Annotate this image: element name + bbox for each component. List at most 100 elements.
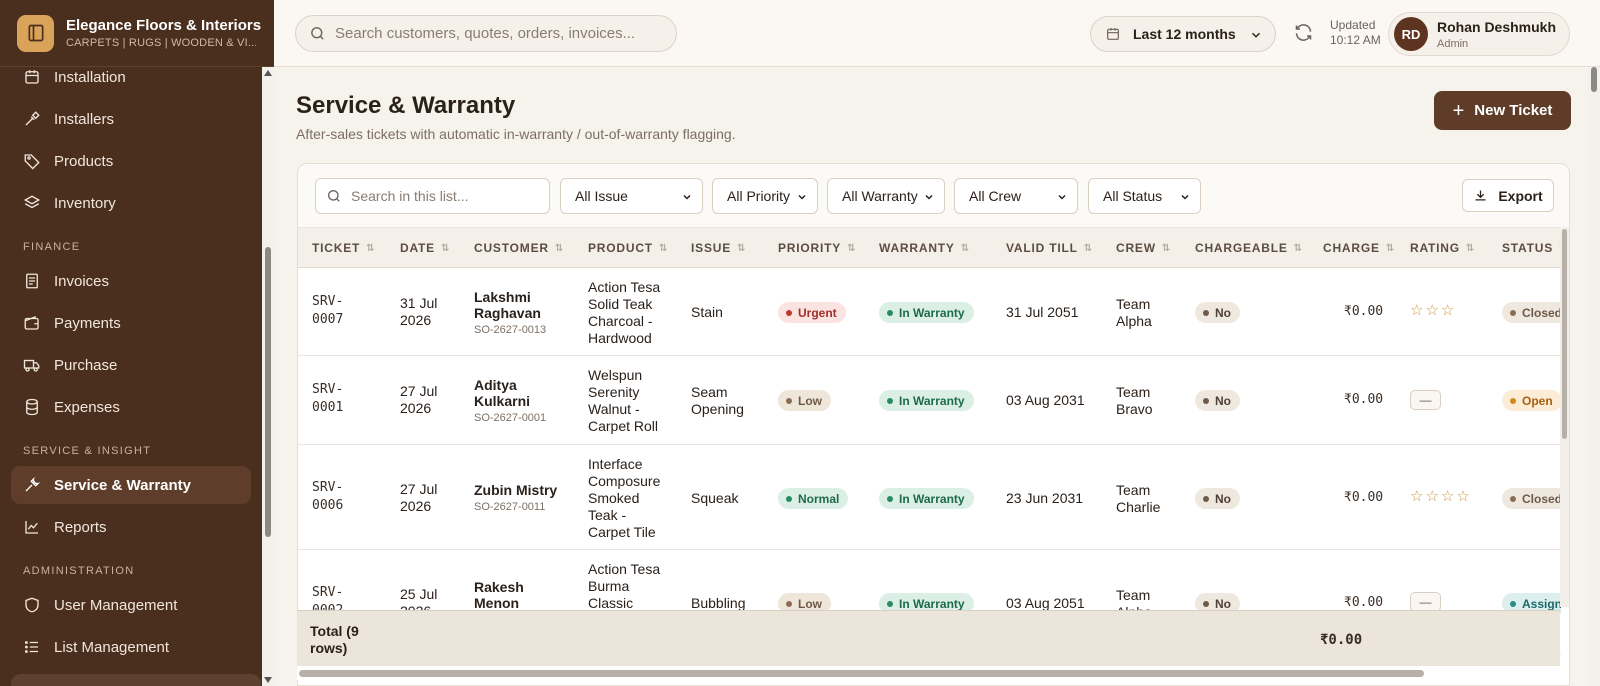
scroll-down-arrow-icon[interactable]	[264, 677, 272, 683]
table-row[interactable]: SRV- 0006 27 Jul 2026 Zubin Mistry SO-26…	[298, 445, 1561, 550]
topbar: Last 12 months Updated 10:12 AM RD Rohan…	[274, 0, 1600, 67]
col-rating[interactable]: RATING ⇅	[1410, 228, 1474, 268]
table-row[interactable]: SRV- 0001 27 Jul 2026 Aditya Kulkarni SO…	[298, 356, 1561, 445]
col-date[interactable]: DATE ⇅	[400, 228, 449, 268]
table-row[interactable]: SRV- 0007 31 Jul 2026 Lakshmi Raghavan S…	[298, 268, 1561, 356]
sales-order-no: SO-2627-0001	[474, 412, 547, 424]
sales-order-no: SO-2627-0011	[474, 501, 546, 513]
col-priority-label: PRIORITY	[778, 241, 842, 255]
warranty-badge: In Warranty	[879, 488, 974, 509]
priority-filter[interactable]: All Priority	[712, 178, 818, 214]
calendar-icon	[1107, 28, 1119, 40]
warranty-badge: In Warranty	[879, 302, 974, 323]
sort-icon: ⇅	[1385, 242, 1395, 254]
customer-cell[interactable]: Aditya Kulkarni SO-2627-0001	[474, 377, 546, 427]
customer-cell[interactable]: Zubin Mistry SO-2627-0011	[474, 482, 557, 516]
sidebar-item-user-management[interactable]: User Management	[11, 586, 251, 624]
issue-type: Squeak	[691, 490, 739, 506]
list-search-input[interactable]	[351, 188, 541, 204]
sidebar-item-expenses[interactable]: Expenses	[11, 388, 251, 426]
sort-icon: ⇅	[366, 242, 375, 254]
main-scroll-thumb[interactable]	[1591, 67, 1597, 92]
col-valid-till[interactable]: VALID TILL ⇅	[1006, 228, 1092, 268]
ticket-date: 27 Jul 2026	[400, 383, 438, 416]
col-priority[interactable]: PRIORITY ⇅	[778, 228, 855, 268]
sidebar-nav: Installation Installers Products Invento…	[0, 58, 262, 670]
rating-empty: —	[1410, 390, 1441, 410]
rating-stars[interactable]: ☆☆☆☆	[1410, 487, 1472, 505]
col-issue-label: ISSUE	[691, 241, 732, 255]
filter-bar: All Issue All Priority All Warranty All …	[298, 164, 1569, 228]
main-scrollbar[interactable]	[1588, 67, 1600, 686]
tag-icon	[24, 154, 40, 170]
status-badge: Open	[1502, 390, 1561, 411]
customer-cell[interactable]: Lakshmi Raghavan SO-2627-0013	[474, 289, 546, 339]
sidebar-item-label: Purchase	[54, 356, 118, 374]
period-select[interactable]: Last 12 months	[1090, 16, 1276, 52]
col-warranty-label: WARRANTY	[879, 241, 955, 255]
status-filter-value: All Status	[1103, 188, 1163, 204]
refresh-icon[interactable]	[1293, 22, 1314, 43]
rating-stars[interactable]: ☆☆☆	[1410, 301, 1456, 319]
new-ticket-button[interactable]: + New Ticket	[1434, 91, 1571, 130]
avatar: RD	[1394, 17, 1428, 51]
charge-amount: ₹0.00	[1344, 304, 1384, 319]
sidebar-section-service: SERVICE & INSIGHT	[23, 445, 152, 457]
product-name: Welspun Serenity Walnut - Carpet Roll	[588, 367, 659, 434]
col-ticket[interactable]: TICKET ⇅	[312, 228, 375, 268]
col-customer-label: CUSTOMER	[474, 241, 549, 255]
status-filter[interactable]: All Status	[1088, 178, 1201, 214]
ticket-id[interactable]: SRV- 0007	[312, 293, 343, 329]
customer-name: Zubin Mistry	[474, 482, 558, 498]
global-search[interactable]	[295, 15, 677, 52]
sidebar-scrollbar[interactable]	[262, 67, 274, 686]
status-badge: Closed	[1502, 488, 1561, 509]
user-menu[interactable]: RD Rohan Deshmukh Admin	[1388, 12, 1570, 56]
sidebar-item-installers[interactable]: Installers	[11, 100, 251, 138]
export-button[interactable]: Export	[1462, 179, 1554, 212]
warranty-filter[interactable]: All Warranty	[827, 178, 945, 214]
ticket-id[interactable]: SRV- 0001	[312, 381, 343, 417]
col-issue[interactable]: ISSUE ⇅	[691, 228, 745, 268]
customer-cell[interactable]: Rakesh Menon	[474, 579, 524, 611]
sidebar-footer[interactable]	[11, 674, 261, 686]
chargeable-label: No	[1215, 491, 1231, 506]
table-vertical-scrollbar[interactable]	[1560, 227, 1569, 607]
sidebar-item-reports[interactable]: Reports	[11, 508, 251, 546]
product-name: Interface Composure Smoked Teak - Carpet…	[588, 456, 661, 540]
sidebar-item-payments[interactable]: Payments	[11, 304, 251, 342]
priority-label: Low	[798, 393, 822, 408]
sidebar-scroll-thumb[interactable]	[265, 247, 271, 537]
sidebar-item-products[interactable]: Products	[11, 142, 251, 180]
total-charge: ₹0.00	[1320, 632, 1363, 648]
chevron-down-icon	[798, 194, 806, 200]
sidebar-item-list-management[interactable]: List Management	[11, 628, 251, 666]
col-warranty[interactable]: WARRANTY ⇅	[879, 228, 969, 268]
global-search-input[interactable]	[335, 25, 655, 42]
col-crew[interactable]: CREW ⇅	[1116, 228, 1170, 268]
scroll-up-arrow-icon[interactable]	[264, 70, 272, 76]
col-chargeable[interactable]: CHARGEABLE ⇅	[1195, 228, 1302, 268]
col-ticket-label: TICKET	[312, 241, 361, 255]
table-h-scroll-thumb[interactable]	[299, 670, 1424, 677]
col-status[interactable]: STATUS⇅	[1502, 228, 1561, 268]
ticket-date: 31 Jul 2026	[400, 295, 438, 328]
list-search[interactable]	[315, 178, 550, 214]
issue-filter[interactable]: All Issue	[560, 178, 703, 214]
chevron-down-icon	[1251, 32, 1261, 38]
product-name: Action Tesa Solid Teak Charcoal - Hardwo…	[588, 279, 661, 346]
sidebar-item-purchase[interactable]: Purchase	[11, 346, 251, 384]
table-v-scroll-thumb[interactable]	[1562, 229, 1567, 439]
charge-amount: ₹0.00	[1344, 392, 1384, 407]
col-customer[interactable]: CUSTOMER ⇅	[474, 228, 563, 268]
sidebar-item-label: Invoices	[54, 272, 110, 290]
ticket-id[interactable]: SRV- 0006	[312, 479, 343, 515]
table-horizontal-scrollbar[interactable]	[297, 666, 1560, 680]
sidebar-item-service-warranty[interactable]: Service & Warranty	[11, 466, 251, 504]
col-charge[interactable]: CHARGE ⇅	[1323, 228, 1394, 268]
col-product[interactable]: PRODUCT ⇅	[588, 228, 667, 268]
crew-filter[interactable]: All Crew	[954, 178, 1078, 214]
sort-icon: ⇅	[554, 242, 564, 254]
sidebar-item-inventory[interactable]: Inventory	[11, 184, 251, 222]
sidebar-item-invoices[interactable]: Invoices	[11, 262, 251, 300]
